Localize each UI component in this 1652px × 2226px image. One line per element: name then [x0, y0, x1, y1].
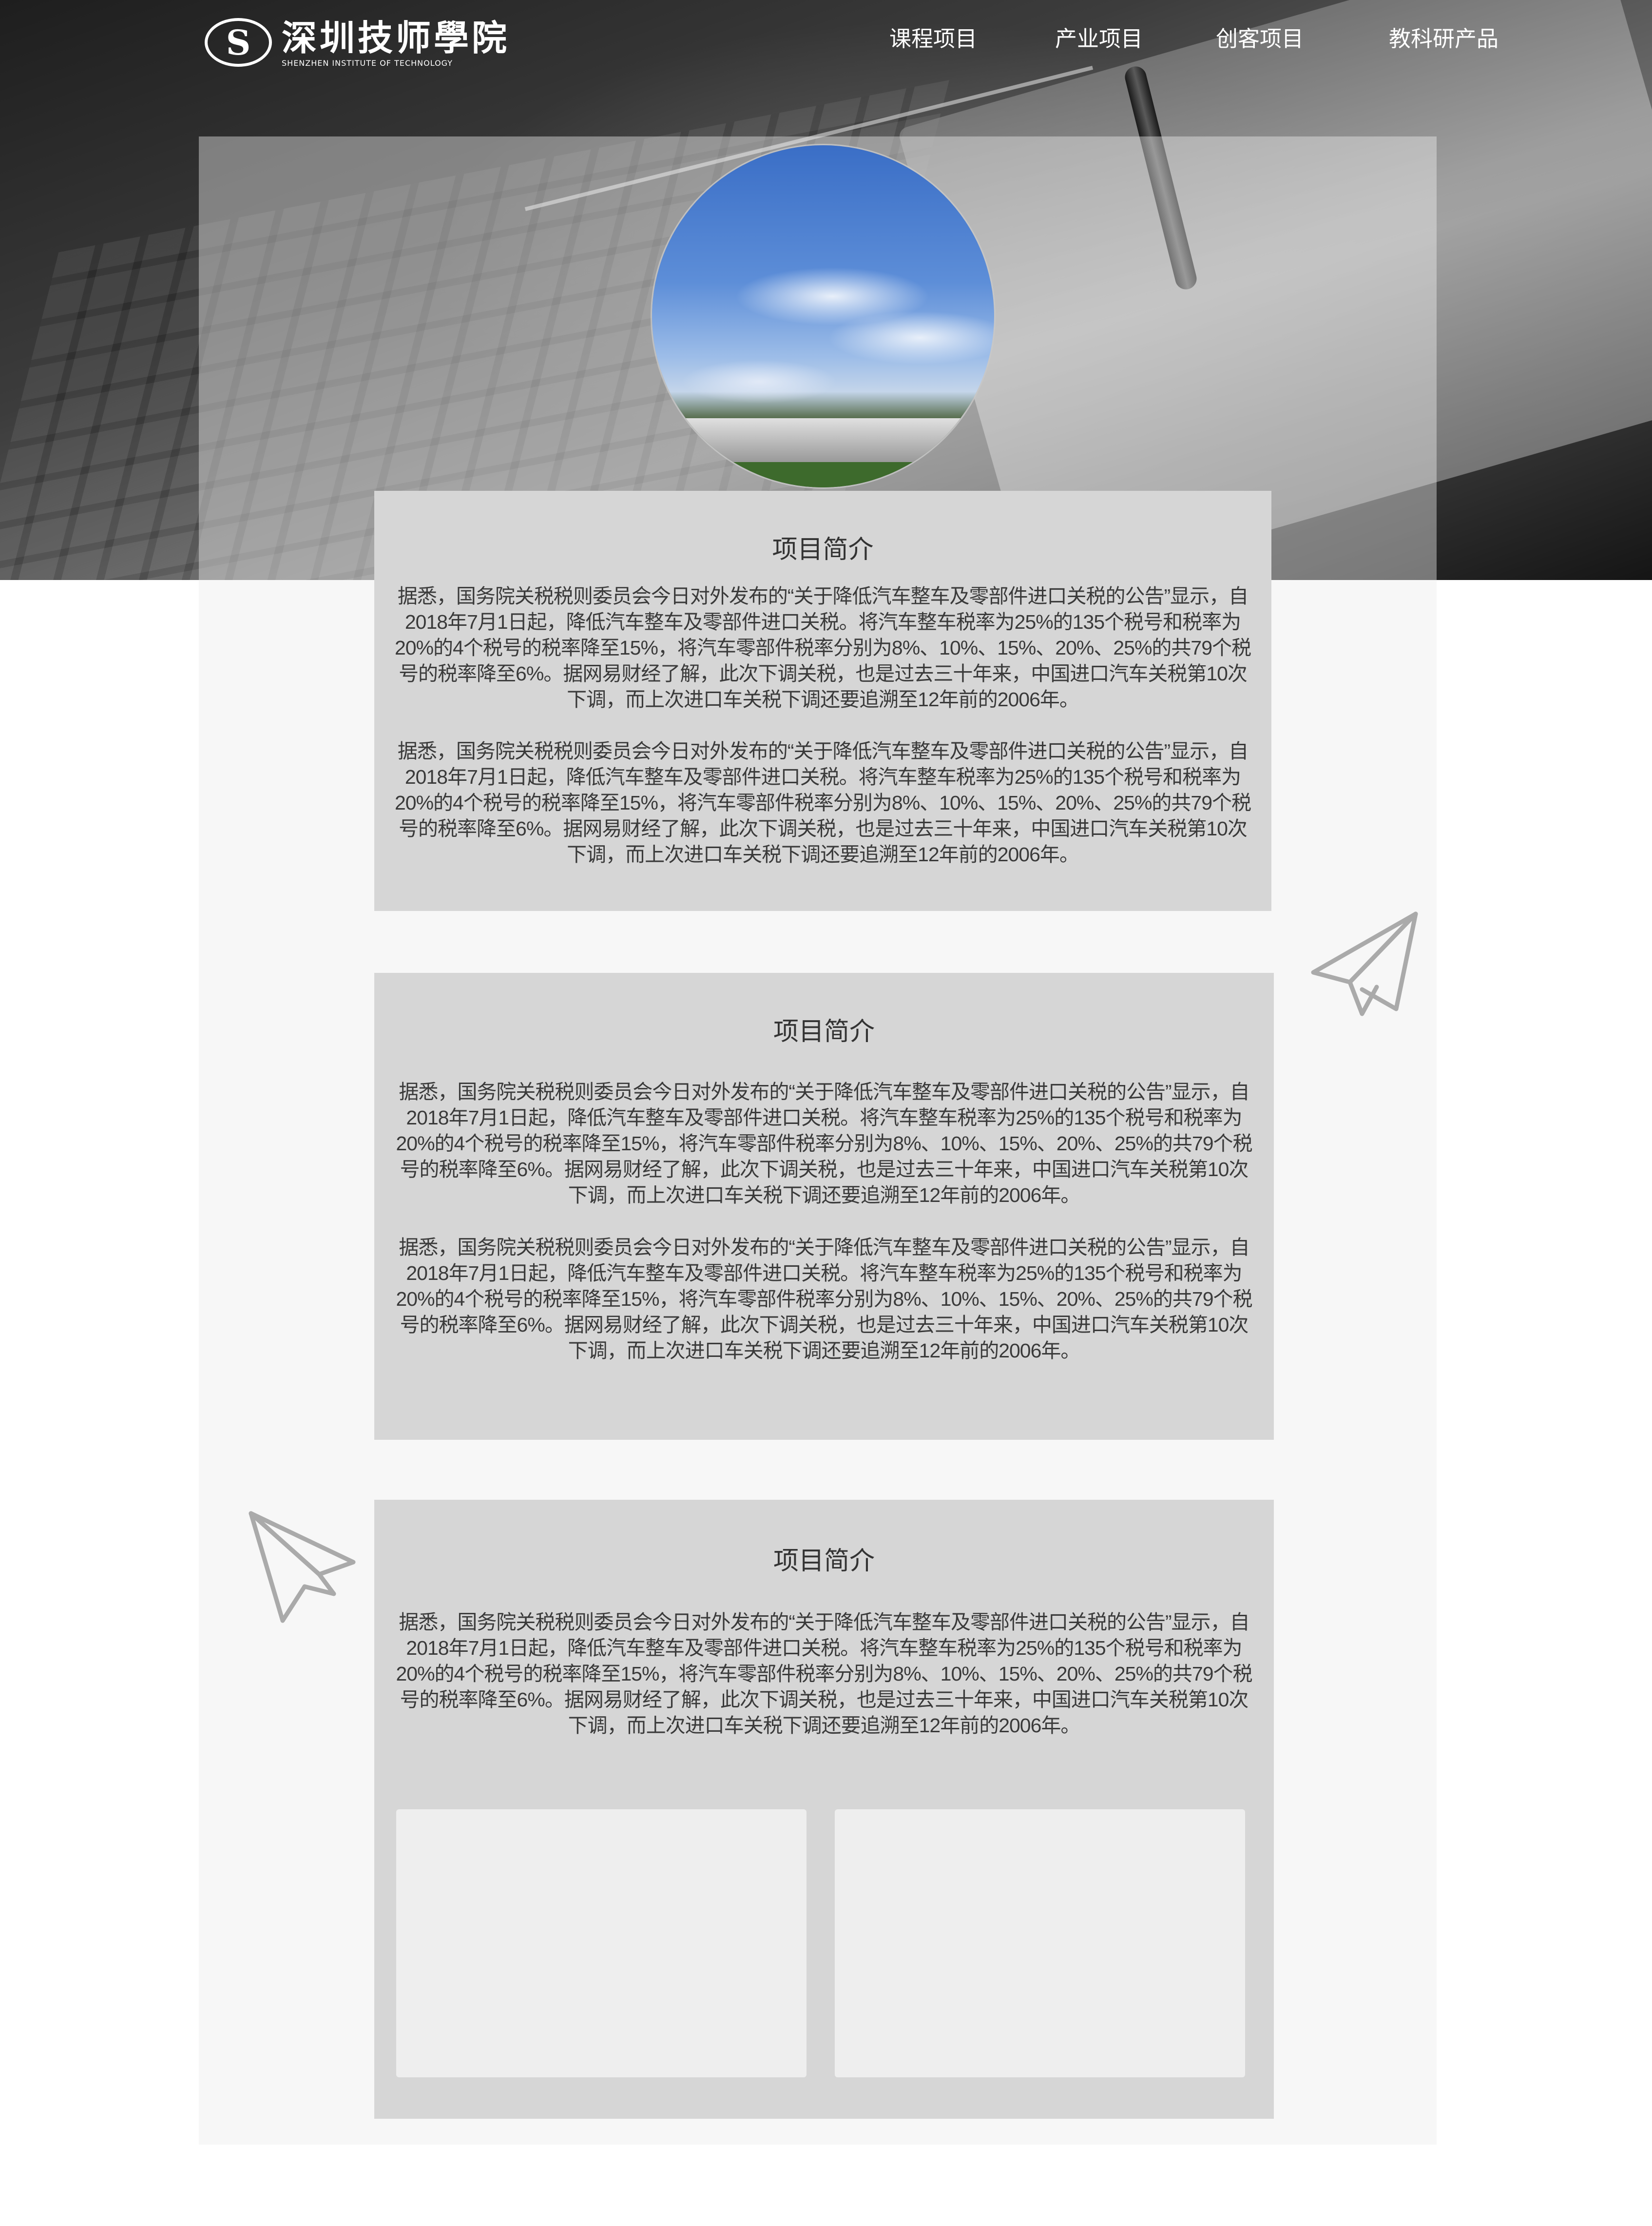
logo-english-name: SHENZHEN INSTITUTE OF TECHNOLOGY: [282, 58, 453, 68]
paper-plane-icon: [1311, 911, 1418, 1016]
nav-item-industry[interactable]: 产业项目: [1055, 19, 1143, 58]
image-placeholder[interactable]: [835, 1809, 1245, 2077]
main-nav: 课程项目 产业项目 创客项目 教科研产品: [0, 19, 1652, 58]
card-paragraph: 据悉，国务院关税税则委员会今日对外发布的“关于降低汽车整车及零部件进口关税的公告…: [396, 1081, 1252, 1206]
campus-field: [652, 462, 994, 487]
cloud: [681, 360, 837, 404]
project-intro-card: 项目简介 据悉，国务院关税税则委员会今日对外发布的“关于降低汽车整车及零部件进口…: [374, 1500, 1274, 2119]
card-paragraph: 据悉，国务院关税税则委员会今日对外发布的“关于降低汽车整车及零部件进口关税的公告…: [396, 1611, 1252, 1737]
nav-item-maker[interactable]: 创客项目: [1216, 19, 1304, 58]
card-title: 项目简介: [772, 535, 874, 564]
project-intro-card: 项目简介 据悉，国务院关税税则委员会今日对外发布的“关于降低汽车整车及零部件进口…: [374, 973, 1274, 1440]
campus-sky-photo: [652, 145, 994, 487]
image-placeholder[interactable]: [396, 1809, 807, 2077]
cloud: [827, 311, 994, 365]
nav-item-research-products[interactable]: 教科研产品: [1389, 19, 1498, 58]
card-title: 项目简介: [773, 1547, 875, 1576]
paper-plane-icon: [249, 1511, 356, 1623]
card-paragraph: 据悉，国务院关税税则委员会今日对外发布的“关于降低汽车整车及零部件进口关税的公告…: [394, 740, 1251, 866]
card-paragraph: 据悉，国务院关税税则委员会今日对外发布的“关于降低汽车整车及零部件进口关税的公告…: [394, 585, 1251, 711]
card-paragraph: 据悉，国务院关税税则委员会今日对外发布的“关于降低汽车整车及零部件进口关税的公告…: [396, 1236, 1252, 1362]
card-title: 项目简介: [773, 1017, 875, 1046]
project-intro-card: 项目简介 据悉，国务院关税税则委员会今日对外发布的“关于降低汽车整车及零部件进口…: [374, 491, 1271, 911]
nav-item-courses[interactable]: 课程项目: [889, 19, 977, 58]
